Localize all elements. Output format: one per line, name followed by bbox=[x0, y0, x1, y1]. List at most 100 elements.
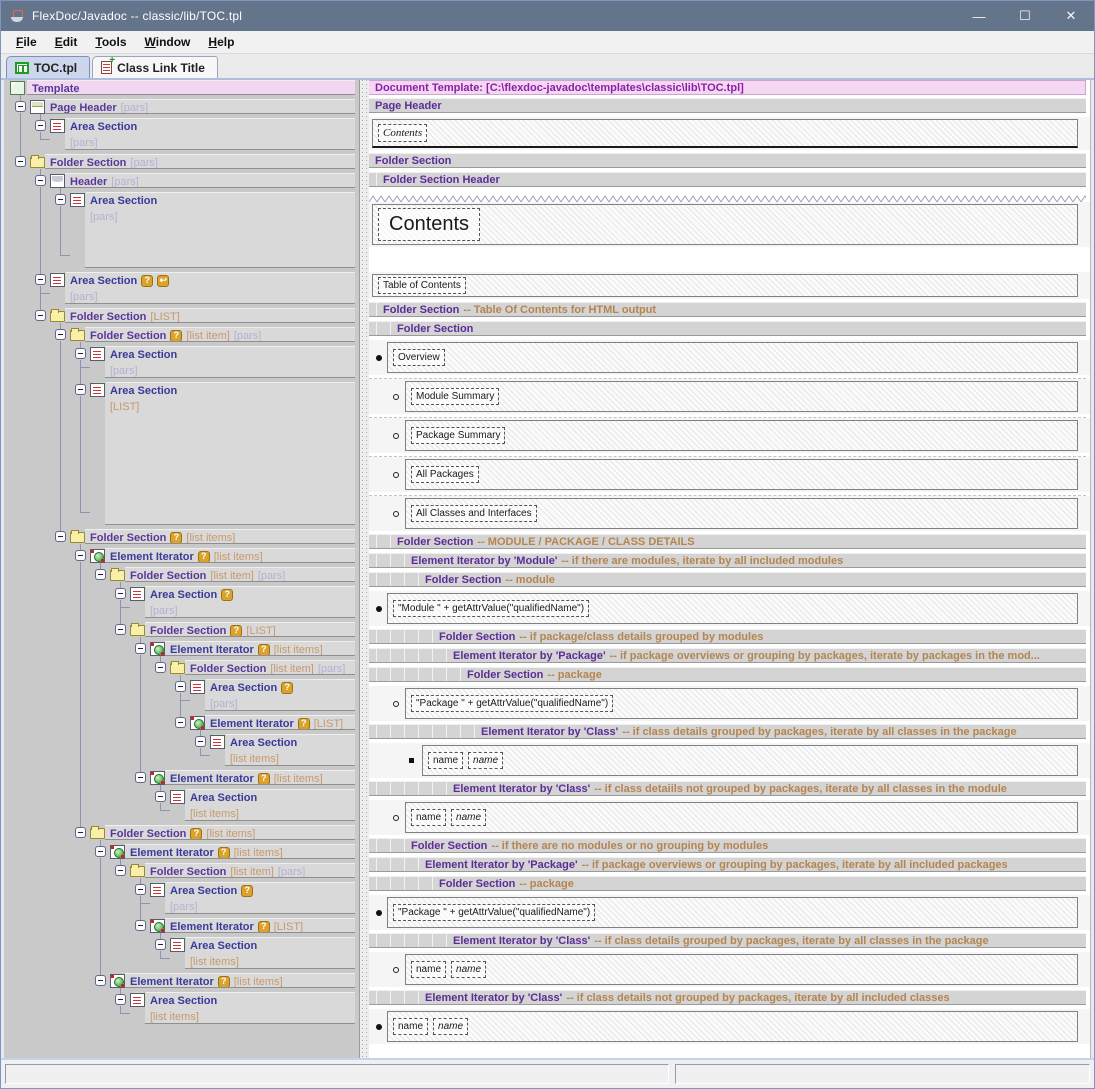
template-component-box[interactable]: name bbox=[393, 1018, 428, 1035]
tree-collapse-handle[interactable] bbox=[175, 717, 186, 728]
doc-section-bar-folder-section[interactable]: Folder Section-- MODULE / PACKAGE / CLAS… bbox=[369, 534, 1086, 549]
minimize-button[interactable]: — bbox=[956, 1, 1002, 31]
doc-content-row[interactable]: Table of Contents bbox=[369, 272, 1090, 299]
tree-node-folder-section[interactable]: Folder Section[LIST] bbox=[65, 308, 355, 323]
template-component-box[interactable]: name bbox=[451, 961, 486, 978]
doc-output-box[interactable]: namename bbox=[387, 1011, 1078, 1042]
doc-section-bar-element-iterator-by-class[interactable]: Element Iterator by 'Class'-- if class d… bbox=[369, 781, 1086, 796]
doc-section-bar-folder-section[interactable]: Folder Section bbox=[369, 321, 1086, 336]
doc-content-row[interactable]: name name bbox=[369, 952, 1090, 987]
doc-section-bar-folder-section[interactable]: Folder Section-- module bbox=[369, 572, 1086, 587]
tree-node-area-section[interactable]: Area Section[pars] bbox=[85, 192, 355, 268]
tree-collapse-handle[interactable] bbox=[135, 884, 146, 895]
tree-node-folder-section[interactable]: Folder Section[pars] bbox=[45, 154, 355, 169]
doc-section-bar-folder-section-header[interactable]: Folder Section Header bbox=[369, 172, 1086, 187]
tree-node-folder-section[interactable]: Folder Section[list item][pars] bbox=[125, 567, 355, 582]
tree-collapse-handle[interactable] bbox=[35, 175, 46, 186]
tree-collapse-handle[interactable] bbox=[55, 329, 66, 340]
doc-section-bar-element-iterator-by-package[interactable]: Element Iterator by 'Package'-- if packa… bbox=[369, 648, 1086, 663]
tree-node-folder-section[interactable]: Folder Section?[list item][pars] bbox=[85, 327, 355, 342]
doc-output-box[interactable]: name name bbox=[405, 954, 1078, 985]
tree-node-page-header[interactable]: Page Header[pars] bbox=[45, 99, 355, 114]
tree-node-area-section[interactable]: Area Section[pars] bbox=[105, 346, 355, 378]
tree-node-element-iterator[interactable]: Element Iterator?[LIST] bbox=[205, 715, 355, 730]
doc-output-box[interactable]: All Classes and Interfaces bbox=[405, 498, 1078, 529]
tree-collapse-handle[interactable] bbox=[135, 772, 146, 783]
tree-node-area-section[interactable]: Area Section?[pars] bbox=[205, 679, 355, 711]
template-component-box[interactable]: name bbox=[411, 809, 446, 826]
tree-collapse-handle[interactable] bbox=[195, 736, 206, 747]
doc-section-bar-folder-section[interactable]: Folder Section-- package bbox=[369, 667, 1086, 682]
tree-node-template[interactable]: Template bbox=[27, 80, 355, 95]
template-component-box[interactable]: Contents bbox=[378, 208, 480, 241]
tree-node-folder-section[interactable]: Folder Section?[list items] bbox=[85, 529, 355, 544]
tree-node-area-section[interactable]: Area Section?[pars] bbox=[145, 586, 355, 618]
tree-collapse-handle[interactable] bbox=[55, 531, 66, 542]
doc-output-box[interactable]: "Package " + getAttrValue("qualifiedName… bbox=[405, 688, 1078, 719]
template-component-box[interactable]: Package Summary bbox=[411, 427, 505, 444]
tree-collapse-handle[interactable] bbox=[95, 975, 106, 986]
template-component-box[interactable]: Overview bbox=[393, 349, 445, 366]
doc-section-bar-element-iterator-by-class[interactable]: Element Iterator by 'Class'-- if class d… bbox=[369, 724, 1086, 739]
doc-output-box[interactable]: "Module " + getAttrValue("qualifiedName"… bbox=[387, 593, 1078, 624]
template-component-box[interactable]: "Module " + getAttrValue("qualifiedName"… bbox=[393, 600, 589, 617]
tree-collapse-handle[interactable] bbox=[115, 624, 126, 635]
menu-item-window[interactable]: Window bbox=[136, 33, 200, 51]
doc-section-bar-element-iterator-by-package[interactable]: Element Iterator by 'Package'-- if packa… bbox=[369, 857, 1086, 872]
tree-node-area-section[interactable]: Area Section?↩[pars] bbox=[65, 272, 355, 304]
tree-node-area-section[interactable]: Area Section[list items] bbox=[225, 734, 355, 766]
tree-node-element-iterator[interactable]: Element Iterator?[list items] bbox=[105, 548, 355, 563]
tree-collapse-handle[interactable] bbox=[115, 994, 126, 1005]
doc-output-box[interactable]: Contents bbox=[372, 119, 1078, 148]
doc-section-bar-element-iterator-by-class[interactable]: Element Iterator by 'Class'-- if class d… bbox=[369, 990, 1086, 1005]
doc-content-row[interactable]: All Packages bbox=[369, 457, 1090, 492]
doc-content-row[interactable]: namename bbox=[369, 743, 1090, 778]
tree-collapse-handle[interactable] bbox=[75, 827, 86, 838]
tree-node-element-iterator[interactable]: Element Iterator?[list items] bbox=[125, 973, 355, 988]
doc-output-box[interactable]: Contents bbox=[372, 204, 1078, 245]
split-divider[interactable] bbox=[360, 80, 369, 1058]
template-component-box[interactable]: All Packages bbox=[411, 466, 479, 483]
doc-section-bar-element-iterator-by-module[interactable]: Element Iterator by 'Module'-- if there … bbox=[369, 553, 1086, 568]
doc-content-row[interactable]: "Package " + getAttrValue("qualifiedName… bbox=[369, 895, 1090, 930]
template-component-box[interactable]: name bbox=[411, 961, 446, 978]
menu-item-help[interactable]: Help bbox=[199, 33, 243, 51]
tree-collapse-handle[interactable] bbox=[155, 662, 166, 673]
tree-collapse-handle[interactable] bbox=[75, 384, 86, 395]
tab-class-link-title[interactable]: Class Link Title bbox=[92, 56, 218, 78]
doc-section-bar-folder-section[interactable]: Folder Section-- if there are no modules… bbox=[369, 838, 1086, 853]
doc-output-box[interactable]: Module Summary bbox=[405, 381, 1078, 412]
doc-output-box[interactable]: Table of Contents bbox=[372, 274, 1078, 297]
tree-node-folder-section[interactable]: Folder Section[list item][pars] bbox=[145, 863, 355, 878]
doc-content-row[interactable]: "Package " + getAttrValue("qualifiedName… bbox=[369, 686, 1090, 721]
doc-output-box[interactable]: "Package " + getAttrValue("qualifiedName… bbox=[387, 897, 1078, 928]
doc-section-bar-folder-section[interactable]: Folder Section-- Table Of Contents for H… bbox=[369, 302, 1086, 317]
doc-content-row[interactable]: Contents bbox=[369, 117, 1090, 150]
tree-node-header[interactable]: Header[pars] bbox=[65, 173, 355, 188]
doc-content-row[interactable]: Overview bbox=[369, 340, 1090, 375]
tree-collapse-handle[interactable] bbox=[15, 156, 26, 167]
tree-collapse-handle[interactable] bbox=[35, 310, 46, 321]
menu-item-tools[interactable]: Tools bbox=[86, 33, 135, 51]
tree-collapse-handle[interactable] bbox=[155, 939, 166, 950]
tree-collapse-handle[interactable] bbox=[55, 194, 66, 205]
template-component-box[interactable]: "Package " + getAttrValue("qualifiedName… bbox=[411, 695, 613, 712]
doc-section-bar-folder-section[interactable]: Folder Section-- if package/class detail… bbox=[369, 629, 1086, 644]
tree-collapse-handle[interactable] bbox=[35, 274, 46, 285]
doc-content-row[interactable]: Contents bbox=[369, 202, 1090, 247]
maximize-button[interactable]: ☐ bbox=[1002, 1, 1048, 31]
tree-collapse-handle[interactable] bbox=[75, 348, 86, 359]
doc-output-box[interactable]: name name bbox=[405, 802, 1078, 833]
tree-collapse-handle[interactable] bbox=[175, 681, 186, 692]
menu-item-file[interactable]: File bbox=[7, 33, 46, 51]
tree-node-area-section[interactable]: Area Section[LIST] bbox=[105, 382, 355, 525]
doc-section-bar-element-iterator-by-class[interactable]: Element Iterator by 'Class'-- if class d… bbox=[369, 933, 1086, 948]
doc-output-box[interactable]: Overview bbox=[387, 342, 1078, 373]
tree-collapse-handle[interactable] bbox=[75, 550, 86, 561]
template-component-box[interactable]: "Package " + getAttrValue("qualifiedName… bbox=[393, 904, 595, 921]
doc-output-box[interactable]: All Packages bbox=[405, 459, 1078, 490]
template-component-box[interactable]: name bbox=[451, 809, 486, 826]
tree-node-folder-section[interactable]: Folder Section?[LIST] bbox=[145, 622, 355, 637]
doc-section-bar-page-header[interactable]: Page Header bbox=[369, 98, 1086, 113]
tree-node-folder-section[interactable]: Folder Section[list item][pars] bbox=[185, 660, 355, 675]
